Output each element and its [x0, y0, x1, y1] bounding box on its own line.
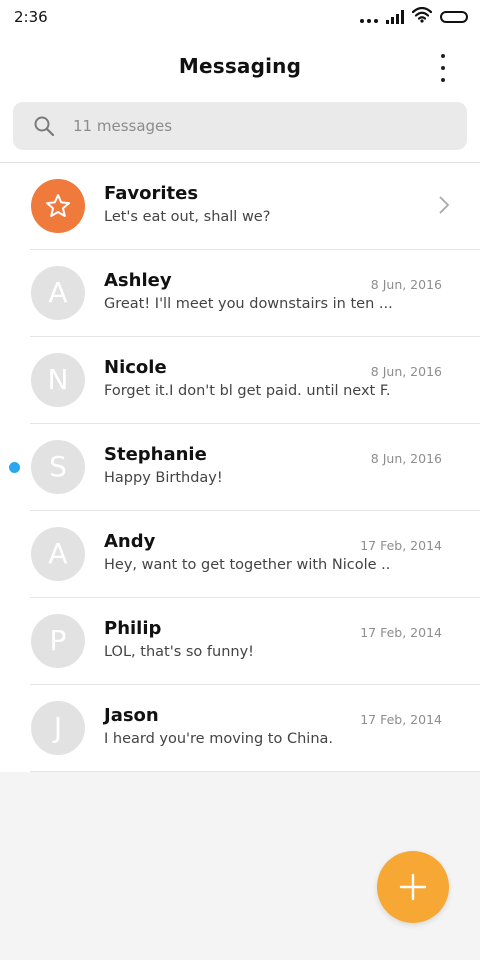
conversation-row[interactable]: J Jason 17 Feb, 2014 I heard you're movi… [0, 685, 480, 772]
more-vertical-icon[interactable] [438, 54, 448, 82]
search-input[interactable]: 11 messages [13, 102, 467, 150]
unread-indicator [9, 462, 20, 473]
avatar: S [31, 440, 85, 494]
cellular-signal-icon [386, 10, 404, 24]
message-date: 17 Feb, 2014 [360, 538, 442, 553]
message-snippet: Happy Birthday! [104, 470, 223, 486]
conversation-row[interactable]: A Andy 17 Feb, 2014 Hey, want to get tog… [0, 511, 480, 598]
contact-name: Andy [104, 531, 156, 552]
message-date: 8 Jun, 2016 [370, 451, 442, 466]
conversation-row[interactable]: P Philip 17 Feb, 2014 LOL, that's so fun… [0, 598, 480, 685]
avatar: A [31, 527, 85, 581]
page-title: Messaging [178, 54, 302, 78]
battery-icon [440, 11, 468, 23]
plus-icon [399, 873, 427, 901]
message-snippet: Great! I'll meet you downstairs in ten .… [104, 296, 392, 312]
avatar: P [31, 614, 85, 668]
message-snippet: I heard you're moving to China. [104, 731, 334, 747]
contact-name: Nicole [104, 357, 167, 378]
search-icon [33, 115, 55, 137]
star-icon [46, 194, 70, 217]
search-container: 11 messages [0, 102, 480, 162]
avatar: A [31, 266, 85, 320]
favorites-snippet: Let's eat out, shall we? [104, 209, 271, 225]
chevron-right-icon [438, 195, 450, 215]
favorites-avatar [31, 179, 85, 233]
status-time: 2:36 [14, 8, 48, 26]
signal-dots-icon [360, 11, 378, 23]
favorites-row[interactable]: Favorites Let's eat out, shall we? [0, 163, 480, 250]
new-message-button[interactable] [377, 851, 449, 923]
contact-name: Jason [104, 705, 159, 726]
message-snippet: Hey, want to get together with Nicole ..… [104, 557, 392, 573]
contact-name: Philip [104, 618, 162, 639]
message-date: 17 Feb, 2014 [360, 712, 442, 727]
avatar: J [31, 701, 85, 755]
message-snippet: Forget it.I don't bl get paid. until nex… [104, 383, 392, 399]
status-bar: 2:36 [0, 0, 480, 34]
message-date: 8 Jun, 2016 [370, 277, 442, 292]
conversation-list: Favorites Let's eat out, shall we? A Ash… [0, 163, 480, 772]
message-date: 17 Feb, 2014 [360, 625, 442, 640]
message-date: 8 Jun, 2016 [370, 364, 442, 379]
message-snippet: LOL, that's so funny! [104, 644, 254, 660]
contact-name: Stephanie [104, 444, 207, 465]
status-icons [360, 6, 468, 27]
conversation-row[interactable]: S Stephanie 8 Jun, 2016 Happy Birthday! [0, 424, 480, 511]
contact-name: Ashley [104, 270, 172, 291]
app-header: Messaging [0, 34, 480, 102]
wifi-icon [411, 6, 433, 27]
avatar: N [31, 353, 85, 407]
conversation-row[interactable]: N Nicole 8 Jun, 2016 Forget it.I don't b… [0, 337, 480, 424]
search-placeholder: 11 messages [73, 117, 173, 135]
conversation-row[interactable]: A Ashley 8 Jun, 2016 Great! I'll meet yo… [0, 250, 480, 337]
favorites-label: Favorites [104, 183, 199, 204]
